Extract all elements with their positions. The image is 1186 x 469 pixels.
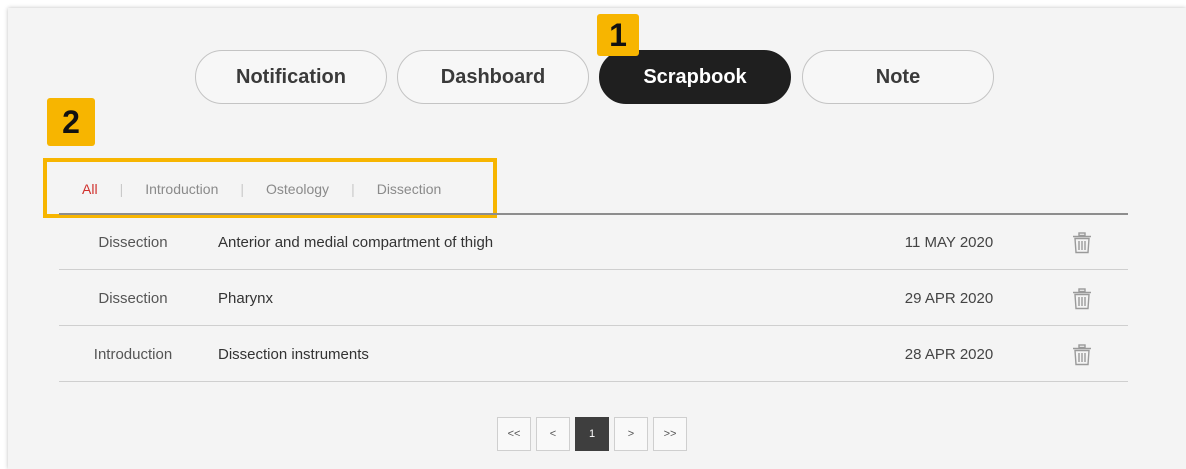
next-page-button[interactable]: > <box>614 417 648 451</box>
row-title[interactable]: Dissection instruments <box>218 327 369 382</box>
prev-page-button[interactable]: < <box>536 417 570 451</box>
first-page-button[interactable]: << <box>497 417 531 451</box>
callout-badge-2: 2 <box>47 98 95 146</box>
row-category: Dissection <box>98 234 168 251</box>
table-row[interactable]: Dissection Pharynx 29 APR 2020 <box>59 271 1128 326</box>
callout-badge-1: 1 <box>597 14 639 56</box>
category-filter-tabs: All | Introduction | Osteology | Dissect… <box>62 178 441 200</box>
last-page-button[interactable]: >> <box>653 417 687 451</box>
tab-scrapbook[interactable]: Scrapbook <box>599 50 791 104</box>
row-date: 11 MAY 2020 <box>904 234 994 251</box>
pagination: << < 1 > >> <box>497 417 687 451</box>
trash-icon[interactable] <box>1069 327 1095 382</box>
trash-icon[interactable] <box>1069 215 1095 270</box>
tab-notification[interactable]: Notification <box>195 50 387 104</box>
subtab-osteology[interactable]: Osteology <box>266 181 329 197</box>
subtab-dissection[interactable]: Dissection <box>377 181 442 197</box>
subtab-introduction[interactable]: Introduction <box>145 181 218 197</box>
row-date: 28 APR 2020 <box>904 346 994 363</box>
row-title[interactable]: Anterior and medial compartment of thigh <box>218 215 493 270</box>
subtab-divider: | <box>240 181 245 197</box>
row-title[interactable]: Pharynx <box>218 271 273 326</box>
page-1-button[interactable]: 1 <box>575 417 609 451</box>
table-row[interactable]: Introduction Dissection instruments 28 A… <box>59 327 1128 382</box>
subtab-all[interactable]: All <box>82 181 98 197</box>
row-category: Introduction <box>93 346 173 363</box>
row-date: 29 APR 2020 <box>904 290 994 307</box>
subtab-divider: | <box>119 181 124 197</box>
subtab-divider: | <box>351 181 355 197</box>
tab-dashboard[interactable]: Dashboard <box>397 50 589 104</box>
row-category: Dissection <box>98 290 168 307</box>
table-row[interactable]: Dissection Anterior and medial compartme… <box>59 215 1128 270</box>
tab-note[interactable]: Note <box>802 50 994 104</box>
trash-icon[interactable] <box>1069 271 1095 326</box>
